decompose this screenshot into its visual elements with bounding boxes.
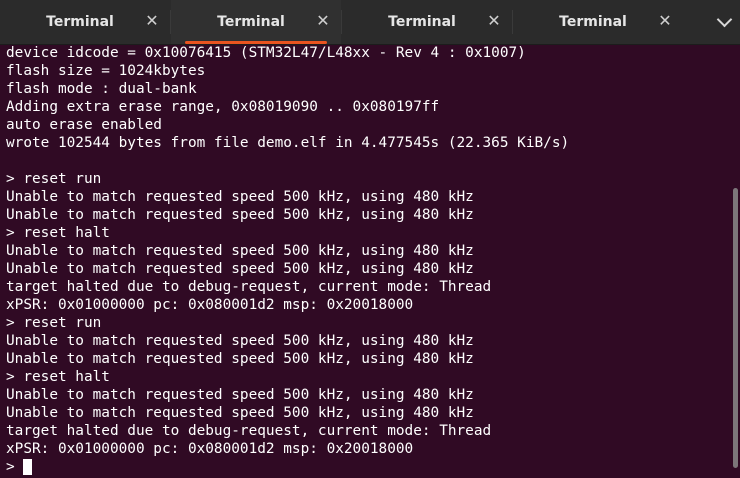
terminal-line: Unable to match requested speed 500 kHz,…	[6, 243, 474, 259]
close-icon[interactable]: ✕	[315, 13, 331, 29]
tab-label: Terminal	[46, 14, 114, 30]
close-icon[interactable]: ✕	[144, 13, 160, 29]
tab-terminal-1[interactable]: Terminal ✕	[0, 0, 170, 44]
terminal-line: Unable to match requested speed 500 kHz,…	[6, 405, 474, 421]
prompt-line[interactable]: >	[0, 458, 732, 476]
terminal-line: Unable to match requested speed 500 kHz,…	[6, 387, 474, 403]
tab-bar: Terminal ✕ Terminal ✕ Terminal ✕ Termina…	[0, 0, 740, 45]
terminal-line: Adding extra erase range, 0x08019090 .. …	[6, 99, 440, 115]
tab-label: Terminal	[217, 14, 285, 30]
tab-label: Terminal	[388, 14, 456, 30]
terminal-line: Unable to match requested speed 500 kHz,…	[6, 351, 474, 367]
terminal-line: > reset halt	[6, 369, 110, 385]
terminal-output[interactable]: device idcode = 0x10076415 (STM32L47/L48…	[0, 44, 732, 478]
tab-terminal-3[interactable]: Terminal ✕	[342, 0, 512, 44]
close-icon[interactable]: ✕	[486, 13, 502, 29]
terminal-line: xPSR: 0x01000000 pc: 0x080001d2 msp: 0x2…	[6, 441, 414, 457]
prompt-symbol: >	[6, 459, 15, 475]
terminal-line: auto erase enabled	[6, 117, 162, 133]
terminal-line: > reset run	[6, 171, 102, 187]
terminal-window: Terminal ✕ Terminal ✕ Terminal ✕ Termina…	[0, 0, 740, 478]
terminal-line: wrote 102544 bytes from file demo.elf in…	[6, 135, 570, 151]
tab-terminal-2[interactable]: Terminal ✕	[171, 0, 341, 44]
tab-terminal-4[interactable]: Terminal ✕	[513, 0, 683, 44]
close-icon[interactable]: ✕	[657, 13, 673, 29]
chevron-down-icon	[716, 11, 733, 27]
tab-menu-button[interactable]	[683, 0, 740, 44]
terminal-line: xPSR: 0x01000000 pc: 0x080001d2 msp: 0x2…	[6, 297, 414, 313]
text-cursor	[22, 459, 32, 475]
terminal-line: flash mode : dual-bank	[6, 81, 197, 97]
terminal-line: device idcode = 0x10076415 (STM32L47/L48…	[6, 45, 526, 61]
terminal-line: Unable to match requested speed 500 kHz,…	[6, 207, 474, 223]
tab-label: Terminal	[559, 14, 627, 30]
terminal-line: > reset run	[6, 315, 102, 331]
terminal-line: target halted due to debug-request, curr…	[6, 423, 492, 439]
scrollbar[interactable]	[733, 188, 738, 468]
terminal-line: Unable to match requested speed 500 kHz,…	[6, 333, 474, 349]
terminal-line: Unable to match requested speed 500 kHz,…	[6, 261, 474, 277]
terminal-line: > reset halt	[6, 225, 110, 241]
terminal-line: target halted due to debug-request, curr…	[6, 279, 492, 295]
terminal-line: flash size = 1024kbytes	[6, 63, 206, 79]
terminal-line: Unable to match requested speed 500 kHz,…	[6, 189, 474, 205]
